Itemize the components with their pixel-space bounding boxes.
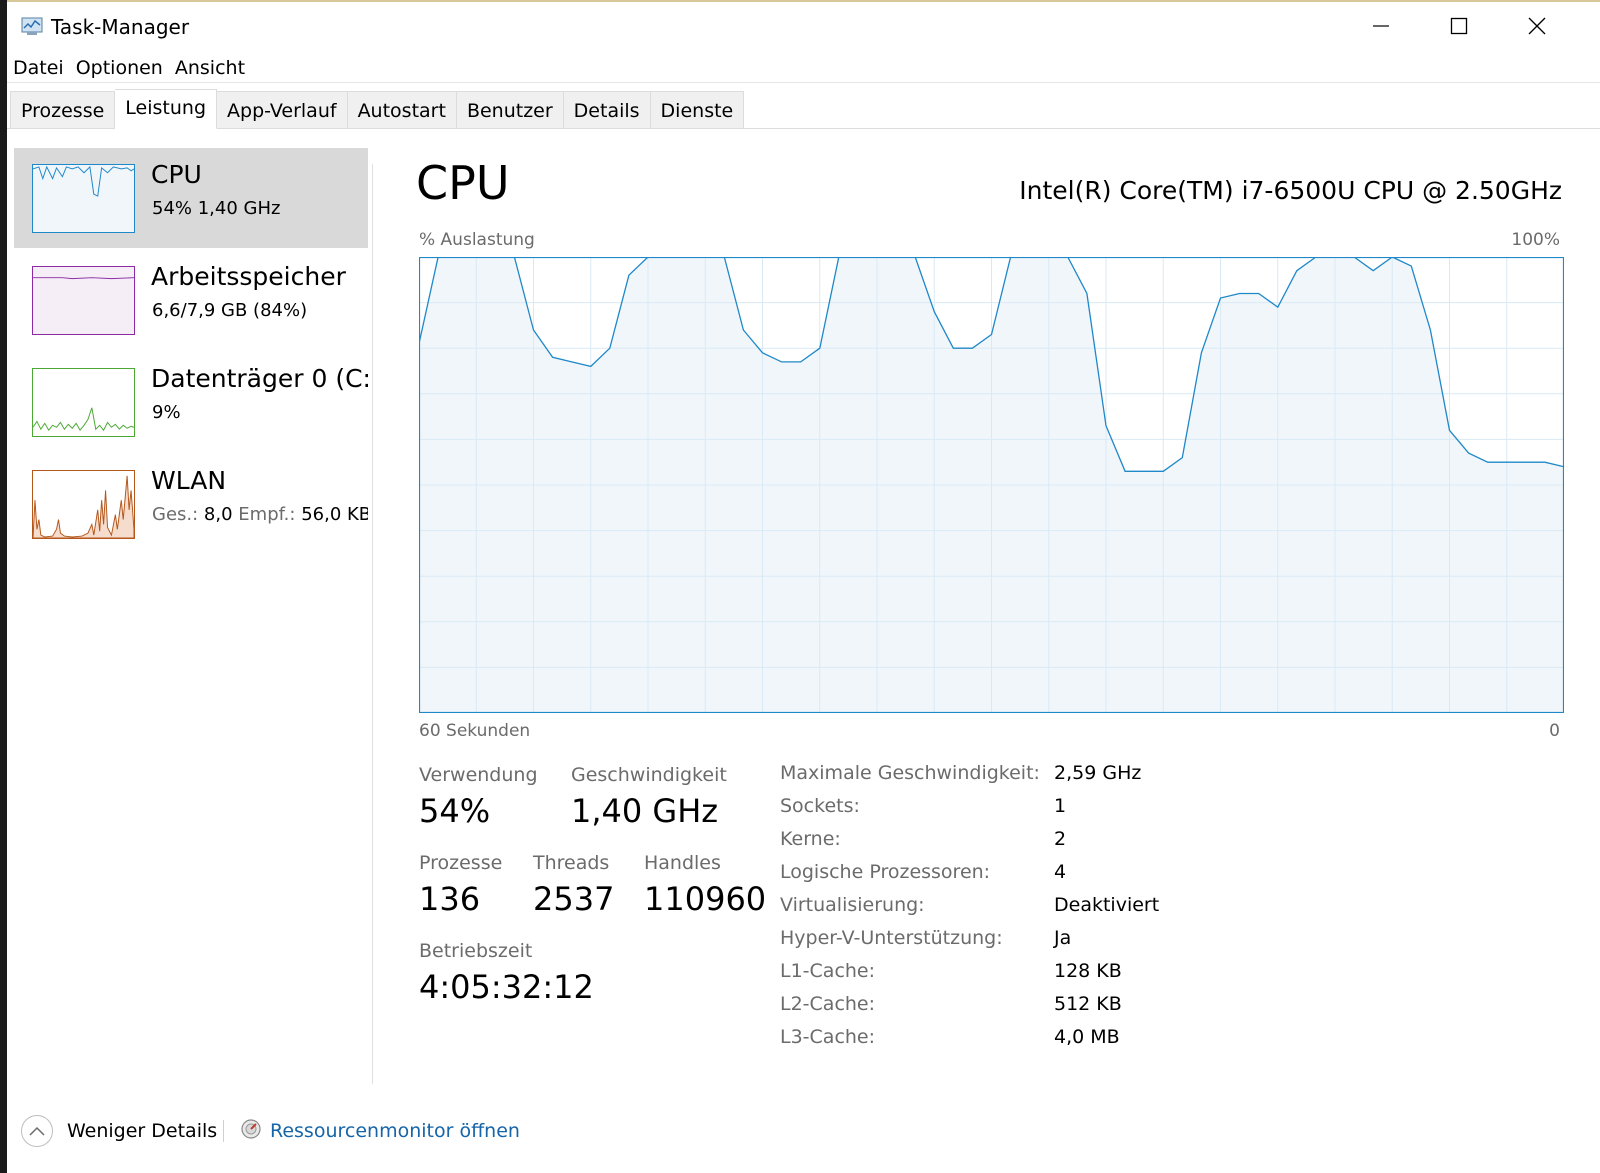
tab-app-verlauf[interactable]: App-Verlauf (217, 91, 348, 129)
close-icon (1528, 17, 1546, 35)
chevron-up-icon (29, 1126, 45, 1136)
detail-value: 2,59 GHz (1054, 762, 1142, 784)
detail-value: 4,0 MB (1054, 1026, 1120, 1048)
open-resource-monitor-link[interactable]: Ressourcenmonitor öffnen (270, 1120, 520, 1142)
menu-bar: Datei Optionen Ansicht (7, 54, 251, 82)
tab-benutzer[interactable]: Benutzer (456, 91, 564, 129)
sidebar-item-wlan[interactable]: WLAN Ges.: 8,0 Empf.: 56,0 KB (14, 454, 368, 554)
performance-sidebar: CPU 54% 1,40 GHz Arbeitsspeicher 6,6/7,9… (14, 148, 368, 1078)
footer: Weniger Details Ressourcenmonitor öffnen (7, 1100, 1600, 1160)
detail-key: Maximale Geschwindigkeit: (780, 762, 1040, 784)
stat-usage-value: 54% (419, 792, 491, 830)
sidebar-item-sub: 54% 1,40 GHz (152, 198, 281, 219)
maximize-icon (1450, 17, 1468, 35)
wlan-thumbnail-graph (32, 470, 135, 539)
wlan-sent-label: Ges.: (152, 504, 199, 525)
stat-processes-label: Prozesse (419, 852, 503, 874)
stat-uptime: Betriebszeit 4:05:32:12 (419, 940, 594, 1006)
graph-x-min-label: 0 (1549, 721, 1560, 741)
stat-speed-label: Geschwindigkeit (571, 764, 727, 786)
cpu-thumbnail-graph (32, 164, 135, 233)
wlan-received-label: Empf.: (238, 504, 296, 525)
window-left-border (0, 0, 7, 1173)
title-bar[interactable]: Task-Manager (7, 2, 1600, 52)
stat-processes-value: 136 (419, 880, 481, 918)
stat-processes: Prozesse 136 (419, 852, 502, 918)
sidebar-item-sub: 9% (152, 402, 181, 423)
stat-uptime-label: Betriebszeit (419, 940, 533, 962)
graph-y-max-label: 100% (1511, 230, 1560, 250)
cpu-usage-graph (419, 257, 1564, 713)
detail-key: L3-Cache: (780, 1026, 876, 1048)
graph-x-label: 60 Sekunden (419, 721, 531, 741)
fewer-details-button[interactable] (21, 1115, 53, 1147)
stat-usage-label: Verwendung (419, 764, 538, 786)
wlan-received-value: 56,0 KB (301, 504, 368, 525)
stat-handles-value: 110960 (644, 880, 767, 918)
sidebar-item-label: Datenträger 0 (C: D:) (151, 364, 368, 393)
detail-value: 128 KB (1054, 960, 1122, 982)
stat-handles-label: Handles (644, 852, 721, 874)
stat-speed-value: 1,40 GHz (571, 792, 719, 830)
menu-optionen[interactable]: Optionen (70, 54, 169, 82)
detail-value: 2 (1054, 828, 1067, 850)
tab-dienste[interactable]: Dienste (650, 91, 745, 129)
resource-monitor-icon (241, 1119, 261, 1139)
tab-bar: Prozesse Leistung App-Verlauf Autostart … (10, 89, 745, 129)
sidebar-item-cpu[interactable]: CPU 54% 1,40 GHz (14, 148, 368, 248)
detail-key: Kerne: (780, 828, 841, 850)
detail-value: 1 (1054, 795, 1067, 817)
tab-leistung[interactable]: Leistung (115, 89, 218, 129)
tab-autostart[interactable]: Autostart (347, 91, 457, 129)
sidebar-item-label: Arbeitsspeicher (151, 262, 346, 291)
sidebar-item-sub: Ges.: 8,0 Empf.: 56,0 KB (152, 504, 368, 525)
fewer-details-link[interactable]: Weniger Details (67, 1120, 217, 1142)
detail-key: Logische Prozessoren: (780, 861, 991, 883)
detail-key: L2-Cache: (780, 993, 876, 1015)
sidebar-item-memory[interactable]: Arbeitsspeicher 6,6/7,9 GB (84%) (14, 250, 368, 350)
task-manager-icon (21, 17, 43, 35)
sidebar-divider (372, 164, 373, 1084)
memory-thumbnail-graph (32, 266, 135, 335)
stat-speed: Geschwindigkeit 1,40 GHz (571, 764, 727, 830)
stat-usage: Verwendung 54% (419, 764, 538, 830)
detail-key: Sockets: (780, 795, 860, 817)
detail-value: 4 (1054, 861, 1067, 883)
tab-prozesse[interactable]: Prozesse (10, 91, 116, 129)
stat-threads: Threads 2537 (533, 852, 614, 918)
detail-key: Hyper-V-Unterstützung: (780, 927, 1003, 949)
sidebar-item-label: WLAN (151, 466, 227, 495)
minimize-button[interactable] (1342, 2, 1420, 50)
wlan-sent-value: 8,0 (203, 504, 233, 525)
detail-key: Virtualisierung: (780, 894, 925, 916)
footer-divider (223, 1120, 224, 1142)
sidebar-item-sub: 6,6/7,9 GB (84%) (152, 300, 308, 321)
detail-key: L1-Cache: (780, 960, 876, 982)
stat-threads-label: Threads (533, 852, 610, 874)
minimize-icon (1373, 25, 1389, 27)
disk-thumbnail-graph (32, 368, 135, 437)
stat-handles: Handles 110960 (644, 852, 766, 918)
detail-value: Ja (1054, 927, 1072, 949)
detail-value: Deaktiviert (1054, 894, 1160, 916)
maximize-button[interactable] (1420, 2, 1498, 50)
stat-uptime-value: 4:05:32:12 (419, 968, 594, 1006)
close-button[interactable] (1498, 2, 1576, 50)
menu-ansicht[interactable]: Ansicht (169, 54, 251, 82)
tab-details[interactable]: Details (563, 91, 651, 129)
menu-divider (7, 82, 1600, 83)
page-title: CPU (416, 156, 510, 210)
stat-threads-value: 2537 (533, 880, 615, 918)
window-title: Task-Manager (51, 15, 190, 39)
sidebar-item-label: CPU (151, 160, 202, 189)
sidebar-item-disk[interactable]: Datenträger 0 (C: D:) 9% (14, 352, 368, 452)
menu-datei[interactable]: Datei (7, 54, 70, 82)
cpu-model-name: Intel(R) Core(TM) i7-6500U CPU @ 2.50GHz (1019, 176, 1562, 205)
graph-y-label: % Auslastung (419, 230, 535, 250)
detail-value: 512 KB (1054, 993, 1122, 1015)
